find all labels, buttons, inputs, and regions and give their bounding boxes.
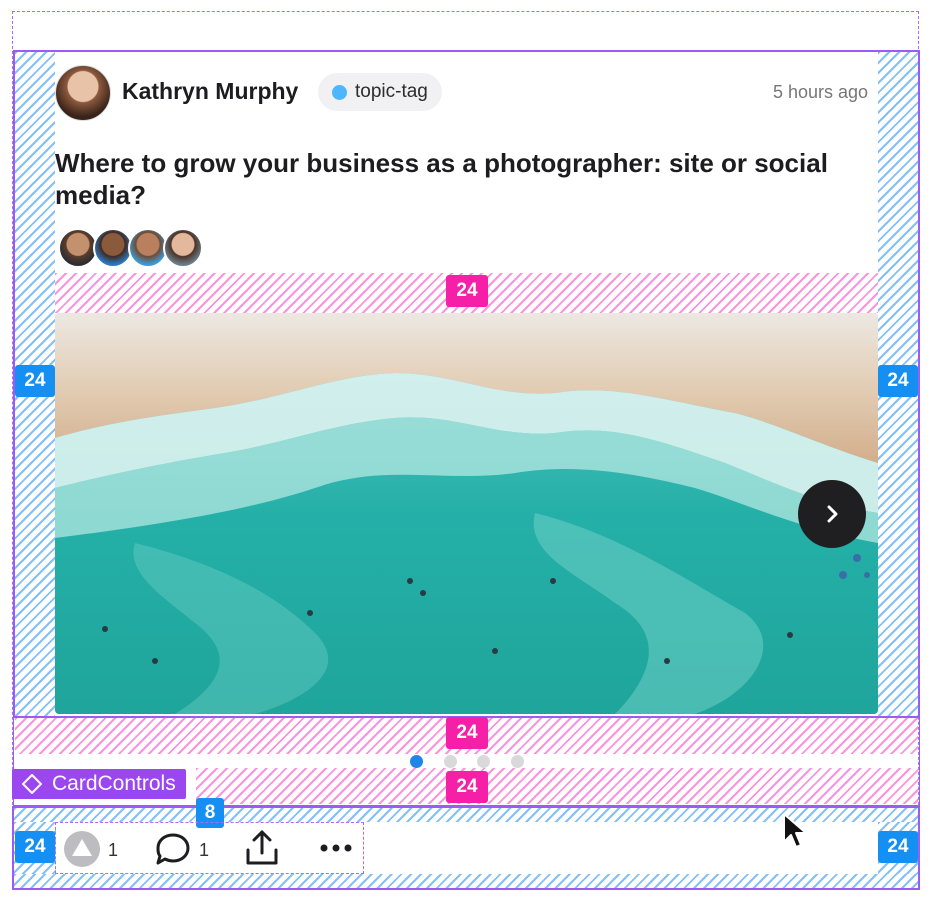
dots-bottom-spacing-label: 24 [446, 771, 488, 803]
mouse-cursor [782, 812, 814, 855]
topic-tag[interactable]: topic-tag [318, 73, 442, 111]
carousel-dot-active[interactable] [410, 755, 423, 768]
carousel-dots[interactable] [410, 755, 530, 769]
post-photo[interactable] [55, 313, 878, 714]
image-bottom-spacing-label: 24 [446, 717, 488, 749]
upvote-icon [64, 831, 100, 867]
participant-avatar [163, 228, 203, 268]
component-name-text: CardControls [52, 772, 176, 795]
comment-count: 1 [199, 840, 210, 860]
dots-bottom-spacing [196, 768, 918, 804]
tag-color-dot [332, 84, 347, 100]
controls-padding-left-label: 24 [15, 831, 55, 863]
post-timestamp: 5 hours ago [773, 82, 869, 102]
controls-padding-right-label: 24 [878, 831, 918, 863]
component-diamond-icon [22, 774, 42, 794]
author-avatar[interactable] [55, 65, 111, 121]
chevron-right-icon [827, 505, 838, 523]
padding-left-label: 24 [15, 365, 55, 397]
padding-right-label: 24 [878, 365, 918, 397]
participant-avatars[interactable] [58, 228, 208, 270]
controls-padding-bottom [14, 874, 918, 888]
upvote-button[interactable]: 1 [63, 830, 123, 868]
more-options-button[interactable] [318, 838, 356, 858]
post-title: Where to grow your business as a photogr… [55, 148, 828, 210]
author-name[interactable]: Kathryn Murphy [122, 78, 298, 105]
share-icon [246, 830, 278, 865]
cursor-arrow-icon [783, 813, 807, 848]
comment-icon [156, 833, 190, 865]
comment-button[interactable]: 1 [154, 830, 214, 868]
component-name-label: CardControls [12, 769, 186, 799]
topic-tag-label: topic-tag [355, 81, 428, 102]
carousel-dot[interactable] [444, 755, 457, 768]
carousel-dot[interactable] [477, 755, 490, 768]
participant-avatar [58, 228, 98, 268]
share-button[interactable] [243, 828, 281, 868]
participant-avatar [93, 228, 133, 268]
participant-avatar [128, 228, 168, 268]
carousel-dot[interactable] [511, 755, 524, 768]
more-icon [320, 844, 352, 852]
upvote-count: 1 [108, 840, 119, 860]
image-top-spacing-label: 24 [446, 275, 488, 307]
carousel-next-button[interactable] [798, 480, 866, 548]
